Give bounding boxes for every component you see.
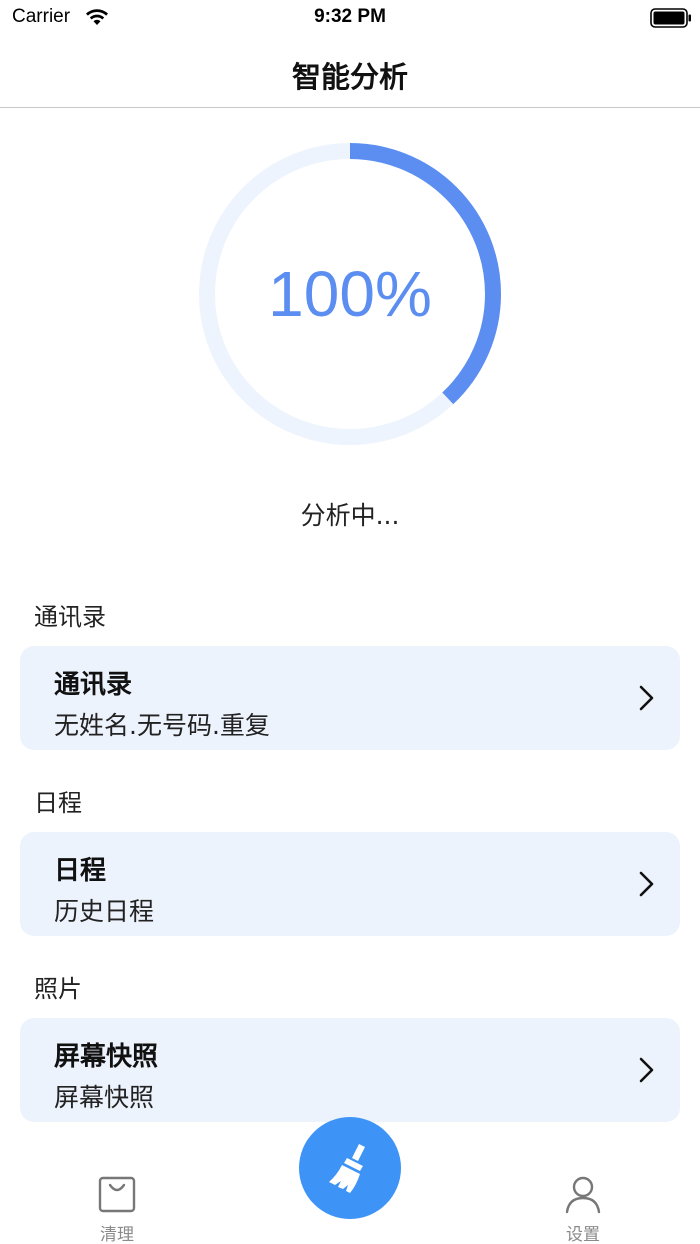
analysis-status: 分析中... [300,501,400,530]
card-subtitle: 历史日程 [54,897,155,926]
progress-percentage: 100% [268,258,432,330]
card-title: 日程 [54,856,107,886]
tab-label: 清理 [100,1225,134,1244]
card-subtitle: 无姓名.无号码.重复 [54,711,270,740]
section-title-calendar: 日程 [34,789,82,817]
tab-settings[interactable]: 设置 [523,1174,643,1244]
section-title-contacts: 通讯录 [34,603,106,631]
card-title: 屏幕快照 [54,1042,159,1072]
card-subtitle: 屏幕快照 [54,1083,155,1112]
clean-action-button[interactable] [299,1117,401,1219]
status-bar: Carrier 9:32 PM [0,0,700,40]
chevron-right-icon [639,871,654,897]
battery-icon [650,8,691,28]
broom-icon [329,1144,365,1193]
card-title: 通讯录 [54,670,133,700]
tab-label: 设置 [566,1225,600,1244]
chevron-right-icon [639,1057,654,1083]
page-title: 智能分析 [291,60,408,94]
status-time: 9:32 PM [314,6,386,27]
screen: Carrier 9:32 PM 智能分析 100% 分析中... 通讯录 通讯录… [0,0,700,1244]
shopping-bag-icon [98,1176,136,1213]
card-contacts[interactable]: 通讯录 无姓名.无号码.重复 [20,646,680,750]
card-screenshots[interactable]: 屏幕快照 屏幕快照 [20,1018,680,1122]
section-title-photos: 照片 [34,975,82,1003]
card-calendar[interactable]: 日程 历史日程 [20,832,680,936]
chevron-right-icon [639,685,654,711]
navigation-bar: 智能分析 [0,40,700,108]
tab-clean[interactable]: 清理 [57,1174,177,1244]
person-icon [565,1176,601,1214]
